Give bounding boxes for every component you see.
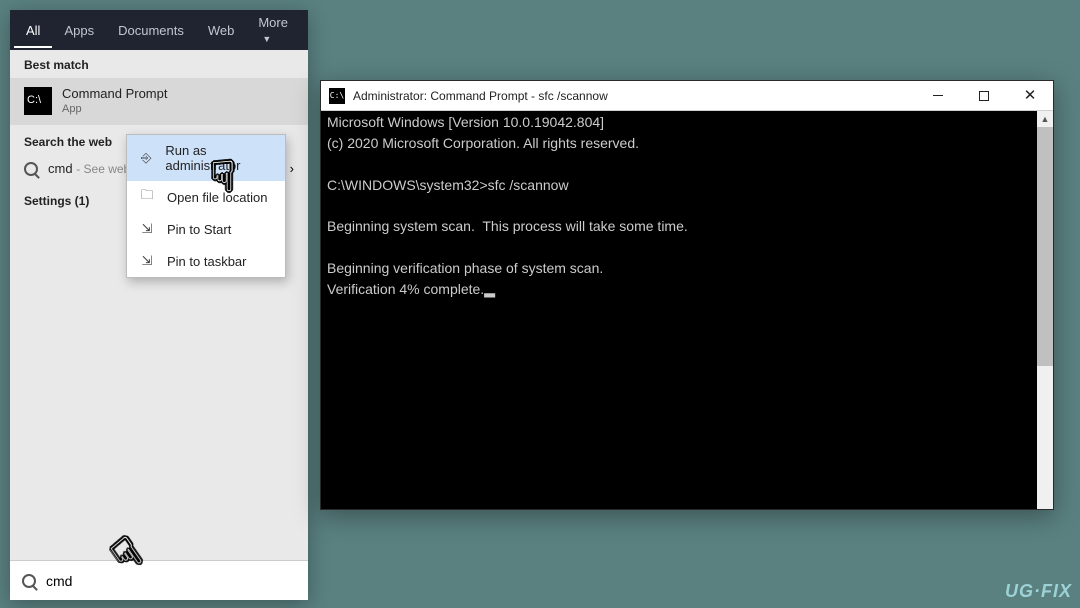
- ctx-pin-to-start[interactable]: ⇲ Pin to Start: [127, 213, 285, 245]
- chevron-right-icon: ›: [290, 161, 294, 176]
- vertical-scrollbar[interactable]: ▲: [1037, 111, 1053, 509]
- terminal-line: Microsoft Windows [Version 10.0.19042.80…: [327, 114, 604, 130]
- search-input[interactable]: [46, 573, 296, 589]
- scroll-up-icon[interactable]: ▲: [1037, 111, 1053, 127]
- search-tabs: All Apps Documents Web More ▼: [10, 10, 308, 50]
- maximize-button[interactable]: [961, 81, 1007, 110]
- command-prompt-icon: C:\: [329, 88, 345, 104]
- maximize-icon: [979, 91, 989, 101]
- ctx-open-file-location[interactable]: 🗀 Open file location: [127, 181, 285, 213]
- search-panel: All Apps Documents Web More ▼ Best match…: [10, 10, 308, 600]
- ctx-pin-to-taskbar[interactable]: ⇲ Pin to taskbar: [127, 245, 285, 277]
- terminal-line: Verification 4% complete.▂: [327, 281, 495, 297]
- best-match-header: Best match: [10, 50, 308, 78]
- minimize-icon: [933, 95, 943, 96]
- terminal-line: C:\WINDOWS\system32>sfc /scannow: [327, 177, 569, 193]
- ctx-label: Pin to taskbar: [167, 254, 247, 269]
- command-prompt-icon: C:\: [24, 87, 52, 115]
- best-match-title: Command Prompt: [62, 86, 167, 101]
- ctx-run-as-administrator[interactable]: ⎆ Run as administrator: [127, 135, 285, 181]
- chevron-down-icon: ▼: [262, 34, 271, 44]
- search-box[interactable]: [10, 560, 308, 600]
- pin-icon: ⇲: [139, 253, 155, 269]
- tab-all[interactable]: All: [14, 13, 52, 48]
- command-prompt-window: C:\ Administrator: Command Prompt - sfc …: [320, 80, 1054, 510]
- tab-apps[interactable]: Apps: [52, 13, 106, 48]
- ctx-label: Run as administrator: [165, 143, 273, 173]
- tab-documents[interactable]: Documents: [106, 13, 196, 48]
- terminal-line: Beginning verification phase of system s…: [327, 260, 603, 276]
- ctx-label: Pin to Start: [167, 222, 231, 237]
- pin-icon: ⇲: [139, 221, 155, 237]
- close-icon: ✕: [1024, 88, 1037, 103]
- admin-shield-icon: ⎆: [139, 150, 153, 166]
- tab-web[interactable]: Web: [196, 13, 247, 48]
- search-web-query: cmd: [48, 161, 73, 176]
- minimize-button[interactable]: [915, 81, 961, 110]
- best-match-item-command-prompt[interactable]: C:\ Command Prompt App: [10, 78, 308, 125]
- best-match-text: Command Prompt App: [62, 86, 167, 115]
- terminal-line: Beginning system scan. This process will…: [327, 218, 688, 234]
- search-web-hint: - See web: [76, 162, 130, 176]
- close-button[interactable]: ✕: [1007, 81, 1053, 110]
- scroll-thumb[interactable]: [1037, 127, 1053, 366]
- ctx-label: Open file location: [167, 190, 267, 205]
- terminal-output[interactable]: Microsoft Windows [Version 10.0.19042.80…: [321, 111, 1053, 509]
- watermark: UG·FIX: [1005, 581, 1072, 602]
- tab-more[interactable]: More ▼: [246, 5, 304, 55]
- window-title: Administrator: Command Prompt - sfc /sca…: [353, 89, 915, 103]
- titlebar[interactable]: C:\ Administrator: Command Prompt - sfc …: [321, 81, 1053, 111]
- best-match-subtitle: App: [62, 103, 167, 115]
- terminal-line: (c) 2020 Microsoft Corporation. All righ…: [327, 135, 639, 151]
- search-icon: [24, 162, 38, 176]
- tab-more-label: More: [258, 15, 288, 30]
- search-icon: [22, 574, 36, 588]
- folder-icon: 🗀: [139, 189, 155, 205]
- context-menu: ⎆ Run as administrator 🗀 Open file locat…: [126, 134, 286, 278]
- window-buttons: ✕: [915, 81, 1053, 110]
